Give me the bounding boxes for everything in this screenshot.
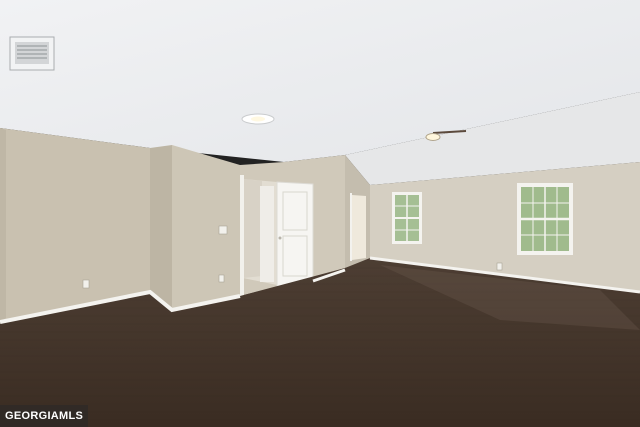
hall-opening [352,195,366,260]
watermark-logo: GEORGIAMLS [0,405,89,427]
left-wall [0,128,150,322]
doorway-inner-wall [243,179,262,278]
light-switch [218,225,228,235]
window-left [392,192,422,244]
window-right [517,183,573,255]
door-frame [240,175,244,297]
interior-door[interactable] [276,181,314,289]
hvac-vent [9,36,55,71]
room-photo: GEORGIAMLS [0,0,640,427]
corner-wall [150,145,172,310]
hall-frame [350,193,352,261]
back-wall-left [172,145,240,310]
room-illustration [0,0,640,427]
door-knob [278,236,282,240]
ceiling-light [241,113,275,125]
outlet [496,262,503,271]
closet-door [260,186,274,282]
outlet [82,279,90,289]
left-edge-wall [0,128,6,322]
outlet [218,274,225,283]
